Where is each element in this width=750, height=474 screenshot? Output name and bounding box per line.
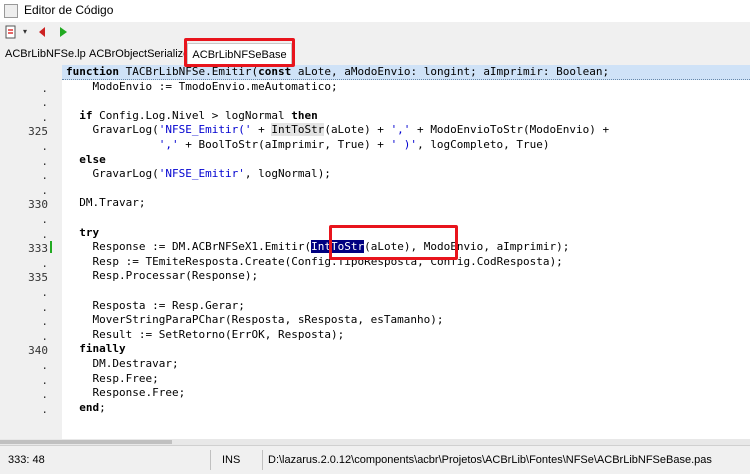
line-number: . xyxy=(41,81,48,95)
chevron-down-icon[interactable]: ▾ xyxy=(20,24,30,40)
code-line[interactable]: Resp := TEmiteResposta.Create(Config.Tip… xyxy=(66,255,563,269)
code-line[interactable]: Resposta := Resp.Gerar; xyxy=(66,299,245,313)
line-number: . xyxy=(41,359,48,372)
title-bar: Editor de Código xyxy=(0,0,750,22)
line-number: . xyxy=(41,388,48,402)
code-line[interactable]: Resp.Processar(Response); xyxy=(66,269,259,283)
status-bar: 333: 48 INS D:\lazarus.2.0.12\components… xyxy=(0,445,750,474)
line-number: 340 xyxy=(28,344,48,358)
line-number: . xyxy=(41,96,48,110)
line-number: . xyxy=(41,213,48,226)
cursor-position: 333: 48 xyxy=(8,454,45,466)
file-path: D:\lazarus.2.0.12\components\acbr\Projet… xyxy=(268,454,712,466)
line-number: . xyxy=(41,286,48,299)
toolbar: ▾ xyxy=(0,22,750,43)
line-number: . xyxy=(41,140,48,153)
code-line[interactable]: finally xyxy=(66,342,125,356)
code-line[interactable]: end; xyxy=(66,401,106,415)
new-file-icon[interactable] xyxy=(3,24,19,40)
code-line[interactable]: else xyxy=(66,153,106,167)
code-line[interactable]: DM.Travar; xyxy=(66,196,145,210)
code-line[interactable]: try xyxy=(66,226,99,240)
callout-inttostr-highlight xyxy=(329,225,458,260)
code-line[interactable]: ModoEnvio := TmodoEnvio.meAutomatico; xyxy=(66,80,338,94)
line-number: . xyxy=(41,183,48,197)
line-number: . xyxy=(41,300,48,314)
line-number: . xyxy=(41,227,48,241)
line-number-gutter: ... 325.... 330.. 333. 335.... 340.... xyxy=(0,65,62,439)
scrollbar-thumb[interactable] xyxy=(0,440,172,444)
app-icon xyxy=(4,4,18,18)
tab-acbrlibnfse-lpr[interactable]: ACBrLibNFSe.lpr xyxy=(2,45,86,64)
line-number: . xyxy=(41,110,48,124)
line-number: 330 xyxy=(28,198,48,212)
line-number: . xyxy=(41,373,48,387)
code-line[interactable]: Response := DM.ACBrNFSeX1.Emitir(IntToSt… xyxy=(66,240,569,254)
line-number: . xyxy=(41,315,48,329)
line-number: . xyxy=(41,154,48,168)
code-line[interactable]: GravarLog('NFSE_Emitir', logNormal); xyxy=(66,167,331,181)
insert-mode: INS xyxy=(222,454,241,466)
code-line[interactable]: Response.Free; xyxy=(66,386,186,400)
line-number: . xyxy=(41,329,48,343)
callout-tab-highlight xyxy=(184,38,295,67)
window-title: Editor de Código xyxy=(24,3,114,17)
modified-line-marker xyxy=(50,241,52,253)
line-number xyxy=(8,67,48,81)
line-number: . xyxy=(41,256,48,270)
code-line[interactable]: ',' + BoolToStr(aImprimir, True) + ' )',… xyxy=(66,138,550,152)
code-line[interactable]: GravarLog('NFSE_Emitir(' + IntToStr(aLot… xyxy=(66,123,609,137)
forward-icon[interactable] xyxy=(55,24,71,40)
line-number: 333 xyxy=(28,242,48,256)
line-number: 325 xyxy=(28,125,48,139)
code-line[interactable]: DM.Destravar; xyxy=(66,357,179,371)
code-line[interactable]: MoverStringParaPChar(Resposta, sResposta… xyxy=(66,313,444,327)
back-icon[interactable] xyxy=(35,24,51,40)
tab-acbrobjectserializer[interactable]: ACBrObjectSerializer xyxy=(86,45,186,64)
code-line[interactable]: Resp.Free; xyxy=(66,372,159,386)
code-line[interactable]: Result := SetRetorno(ErrOK, Resposta); xyxy=(66,328,345,342)
line-number: . xyxy=(41,402,48,416)
line-number: . xyxy=(41,169,48,183)
code-line[interactable]: function TACBrLibNFSe.Emitir(const aLote… xyxy=(66,65,609,79)
code-line[interactable]: if Config.Log.Nivel > logNormal then xyxy=(66,109,317,123)
line-number: 335 xyxy=(28,271,48,285)
tab-bar: ACBrLibNFSe.lpr ACBrObjectSerializer ACB… xyxy=(0,43,750,66)
